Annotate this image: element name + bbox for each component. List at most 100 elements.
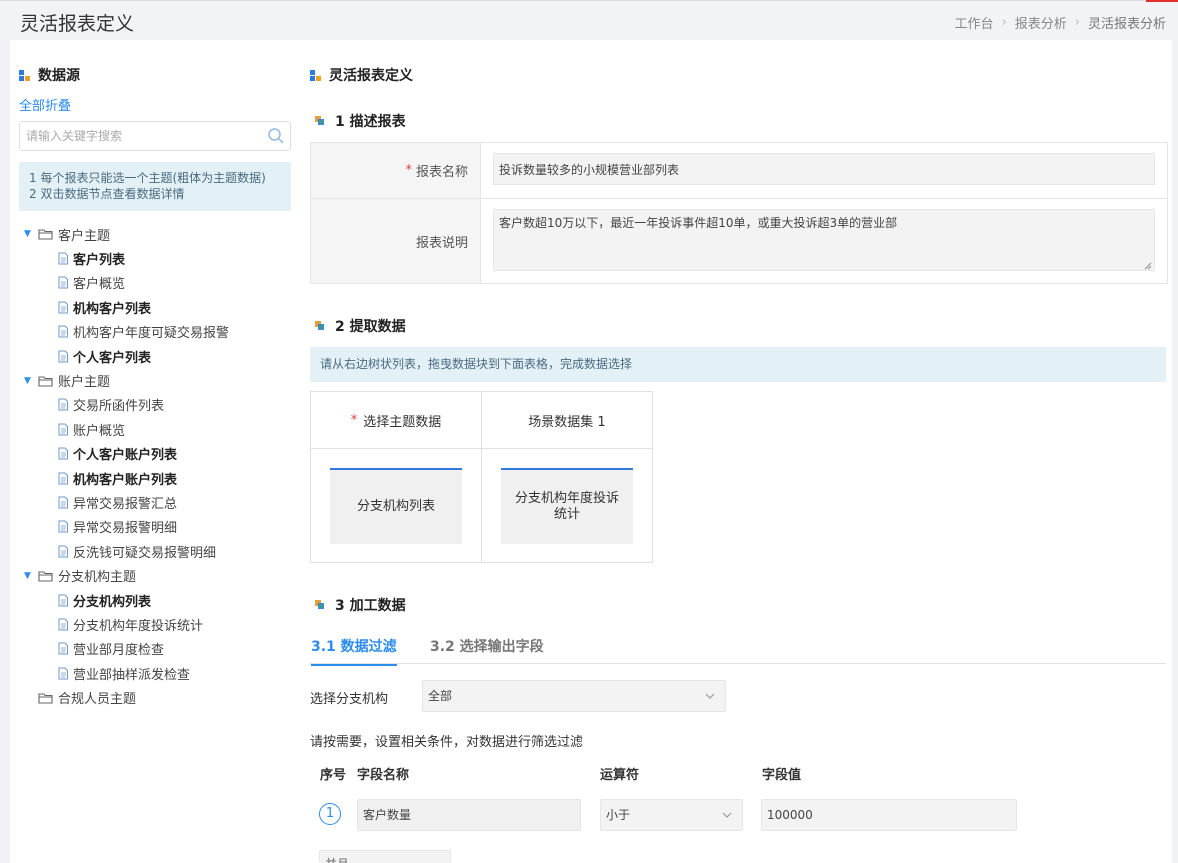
folder-open-icon	[38, 229, 53, 240]
document-icon	[58, 423, 68, 436]
tree-leaf[interactable]: 客户概览	[24, 271, 294, 295]
document-icon	[58, 398, 68, 411]
step3-title: 3 加工数据	[335, 598, 406, 614]
condition-value: 100000	[767, 808, 813, 822]
document-icon	[58, 618, 68, 631]
condition-field-input[interactable]: 客户数量	[357, 799, 581, 831]
tree-leaf-label: 个人客户列表	[73, 350, 152, 366]
tree-leaf[interactable]: 机构客户账户列表	[24, 466, 294, 490]
tree-leaf-label: 营业部月度检查	[73, 643, 165, 659]
grid-column-subject: * 选择主题数据 分支机构列表	[310, 391, 482, 563]
caret-down-icon[interactable]: ▼	[24, 571, 38, 581]
document-icon	[58, 447, 68, 460]
tree-leaf-label: 机构客户账户列表	[73, 472, 178, 488]
main-header: 灵活报表定义	[310, 65, 413, 85]
logic-operator-select[interactable]: 并且	[319, 850, 451, 863]
col-header-operator: 运算符	[600, 768, 640, 783]
tip-line: 2 双击数据节点查看数据详情	[29, 187, 185, 201]
tree-group-branch[interactable]: ▼ 分支机构主题	[24, 563, 294, 587]
tree-leaf[interactable]: 营业部月度检查	[24, 637, 294, 661]
resize-handle-icon[interactable]	[1144, 262, 1152, 270]
condition-value-input[interactable]: 100000	[761, 799, 1017, 831]
tree-leaf-label: 分支机构列表	[73, 594, 152, 610]
tree-leaf[interactable]: 客户列表	[24, 246, 294, 270]
app-title: 灵活报表定义	[20, 13, 135, 35]
top-bar: 灵活报表定义 工作台 › 报表分析 › 灵活报表分析	[0, 0, 1178, 40]
document-icon	[58, 472, 68, 485]
tree-leaf[interactable]: 个人客户列表	[24, 344, 294, 368]
logic-operator-value: 并且	[325, 857, 349, 863]
content-panel: 数据源 全部折叠 1 每个报表只能选一个主题(粗体为主题数据) 2 双击数据节点…	[10, 40, 1172, 863]
tree-leaf[interactable]: 营业部抽样派发检查	[24, 661, 294, 685]
caret-down-icon[interactable]: ▼	[24, 229, 38, 239]
tree-leaf-label: 客户列表	[73, 253, 126, 269]
tree-leaf[interactable]: 反洗钱可疑交易报警明细	[24, 539, 294, 563]
data-block[interactable]: 分支机构列表	[330, 467, 462, 544]
folder-icon	[38, 693, 53, 704]
tree-leaf[interactable]: 分支机构列表	[24, 588, 294, 612]
datasource-tree: ▼ 客户主题 客户列表 客户概览 机构客户列表 机构客户年度可疑交易报警 个人客…	[24, 222, 294, 710]
caret-down-icon[interactable]: ▼	[24, 376, 38, 386]
tree-search-input[interactable]	[20, 122, 262, 150]
search-icon[interactable]	[267, 127, 285, 145]
tab-output-fields[interactable]: 3.2 选择输出字段	[430, 636, 544, 664]
document-icon	[58, 594, 68, 607]
caret-placeholder: ▼	[24, 693, 38, 703]
tree-leaf[interactable]: 异常交易报警明细	[24, 515, 294, 539]
document-icon	[58, 325, 68, 338]
breadcrumb-item-report-analysis[interactable]: 报表分析	[1015, 13, 1067, 32]
report-desc-textarea[interactable]: 客户数超10万以下，最近一年投诉事件超10单，或重大投诉超3单的营业部	[493, 209, 1155, 271]
tree-group-label: 客户主题	[58, 228, 111, 244]
branch-select[interactable]: 全部	[422, 680, 726, 712]
chevron-down-icon	[722, 812, 732, 818]
tree-leaf-label: 账户概览	[73, 423, 126, 439]
condition-operator-value: 小于	[606, 808, 631, 822]
document-icon	[58, 252, 68, 265]
chevron-down-icon	[705, 693, 715, 699]
drop-zone[interactable]: 分支机构年度投诉统计	[482, 449, 652, 562]
tab-data-filter[interactable]: 3.1 数据过滤	[311, 636, 397, 666]
collapse-all-link[interactable]: 全部折叠	[19, 95, 71, 114]
extract-hint: 请从右边树状列表，拖曳数据块到下面表格，完成数据选择	[310, 347, 1166, 382]
report-name-input[interactable]: 投诉数量较多的小规模营业部列表	[493, 153, 1155, 185]
tree-leaf[interactable]: 交易所函件列表	[24, 393, 294, 417]
drop-zone[interactable]: 分支机构列表	[311, 449, 481, 562]
tree-leaf-label: 营业部抽样派发检查	[73, 667, 191, 683]
grid-header: 场景数据集 1	[482, 392, 652, 449]
tree-leaf[interactable]: 个人客户账户列表	[24, 442, 294, 466]
report-desc-label: 报表说明	[311, 199, 481, 283]
sidebar-tips: 1 每个报表只能选一个主题(粗体为主题数据) 2 双击数据节点查看数据详情	[19, 162, 291, 211]
tree-leaf[interactable]: 机构客户列表	[24, 295, 294, 319]
tree-group-label: 账户主题	[58, 375, 111, 391]
grid-header: * 选择主题数据	[311, 392, 481, 449]
document-icon	[58, 667, 68, 680]
step1-header: 1 描述报表	[315, 111, 406, 131]
required-mark: *	[405, 163, 412, 178]
tree-leaf[interactable]: 机构客户年度可疑交易报警	[24, 320, 294, 344]
grid-column-scene: 场景数据集 1 分支机构年度投诉统计	[481, 391, 653, 563]
document-icon	[58, 496, 68, 509]
tree-group-customer[interactable]: ▼ 客户主题	[24, 222, 294, 246]
tree-search[interactable]	[19, 121, 291, 151]
breadcrumb-item-workbench[interactable]: 工作台	[955, 13, 994, 32]
tree-leaf-label: 机构客户年度可疑交易报警	[73, 326, 230, 342]
tree-group-label: 分支机构主题	[58, 570, 137, 586]
branch-select-value: 全部	[428, 689, 453, 703]
step1-title: 1 描述报表	[335, 114, 406, 130]
tree-group-account[interactable]: ▼ 账户主题	[24, 368, 294, 392]
datasource-header: 数据源	[19, 65, 80, 85]
data-block[interactable]: 分支机构年度投诉统计	[501, 467, 633, 544]
branch-select-label: 选择分支机构	[310, 692, 389, 707]
col-header-index: 序号	[320, 768, 347, 783]
chevron-right-icon: ›	[1074, 15, 1080, 30]
form-row-desc: 报表说明 客户数超10万以下，最近一年投诉事件超10单，或重大投诉超3单的营业部	[311, 199, 1167, 283]
tree-leaf[interactable]: 异常交易报警汇总	[24, 490, 294, 514]
report-name-label-text: 报表名称	[415, 165, 468, 180]
tree-leaf[interactable]: 分支机构年度投诉统计	[24, 612, 294, 636]
condition-operator-select[interactable]: 小于	[600, 799, 743, 831]
report-name-cell: 投诉数量较多的小规模营业部列表	[481, 143, 1167, 198]
tree-group-compliance[interactable]: ▼ 合规人员主题	[24, 685, 294, 709]
tree-leaf-label: 分支机构年度投诉统计	[73, 618, 204, 634]
tree-leaf[interactable]: 账户概览	[24, 417, 294, 441]
folder-open-icon	[38, 375, 53, 387]
